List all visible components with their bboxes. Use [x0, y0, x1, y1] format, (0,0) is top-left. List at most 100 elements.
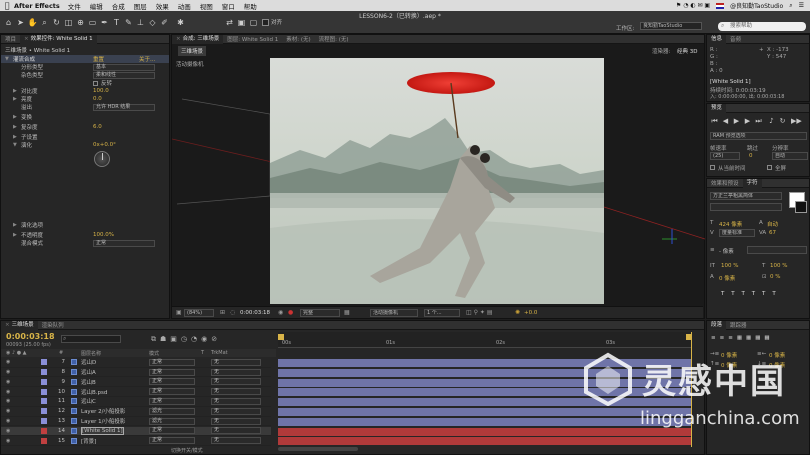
blend-mode-select[interactable]: 正常	[149, 437, 195, 445]
expand-icon[interactable]: ▶	[13, 96, 17, 102]
tab-effects-presets[interactable]: 效果和预设	[707, 179, 743, 187]
layer-row[interactable]: ◉ 13 Layer 1/小船投影 滤光 无	[1, 417, 271, 427]
column-name[interactable]: 图层名称	[81, 350, 101, 357]
selection-tool-icon[interactable]: ➤	[15, 17, 26, 28]
tab-project[interactable]: 项目	[1, 35, 20, 43]
layer-row[interactable]: ◉ 14 [White Solid 1] 正常 无	[1, 426, 271, 437]
view-select[interactable]: 活动摄像机	[370, 309, 418, 317]
transparency-icon[interactable]: ▦	[344, 309, 350, 316]
track-matte-select[interactable]: 无	[211, 427, 261, 435]
stroke-width-value[interactable]: - 像素	[719, 247, 734, 255]
menu-help[interactable]: 帮助	[244, 1, 257, 11]
tab-paragraph[interactable]: 段落	[707, 320, 727, 330]
visibility-eye-icon[interactable]: ◉	[6, 398, 10, 404]
effect-row-turbulent[interactable]: ▼ 灌流合成 重置 关于...	[1, 55, 169, 63]
time-ruler[interactable]: 00s 01s 02s 03s	[278, 332, 692, 348]
search-help-input[interactable]: 搜索帮助	[718, 22, 806, 31]
layer-row[interactable]: ◉ 12 Layer 2/小船投影 滤光 无	[1, 407, 271, 417]
evolution-dial[interactable]	[94, 151, 110, 167]
label-color-swatch[interactable]	[41, 388, 47, 395]
roto-tool-icon[interactable]: ✐	[159, 17, 170, 28]
expand-icon[interactable]: ▶	[13, 114, 17, 120]
expand-icon[interactable]: ▶	[13, 134, 17, 140]
tab-info[interactable]: 信息	[707, 34, 727, 44]
opacity-value[interactable]: 100.0%	[93, 232, 114, 238]
kerning-select[interactable]: 度量标准	[719, 229, 755, 237]
snapshot-icon[interactable]: ◉	[278, 309, 283, 316]
label-color-swatch[interactable]	[41, 378, 47, 385]
zoom-select[interactable]: (84%)	[184, 309, 214, 317]
expand-icon[interactable]: ▶	[13, 124, 17, 130]
tab-composition[interactable]: × 合成: 三维场景	[172, 34, 224, 44]
layer-name[interactable]: 远山A	[81, 368, 96, 376]
stroke-style-select[interactable]	[747, 246, 807, 254]
track-matte-select[interactable]: 无	[211, 397, 261, 405]
menu-layer[interactable]: 图层	[134, 1, 147, 11]
layer-name[interactable]: 远山B	[81, 378, 96, 386]
expand-icon[interactable]: ▼	[5, 56, 9, 62]
label-color-swatch[interactable]	[41, 369, 47, 376]
type-tool-icon[interactable]: T	[111, 17, 122, 28]
views-layout-select[interactable]: 1 个...	[424, 309, 460, 317]
blend-mode-select[interactable]: 正常	[149, 427, 195, 435]
region-of-interest-icon[interactable]: ▣	[176, 309, 182, 316]
last-frame-icon[interactable]: ⏭	[754, 117, 763, 126]
label-color-swatch[interactable]	[41, 359, 47, 366]
label-color-swatch[interactable]	[41, 418, 47, 425]
layer-row[interactable]: ◉ 15 [背景] 正常 无	[1, 436, 271, 446]
loop-icon[interactable]: ↻	[778, 117, 787, 126]
font-style-select[interactable]	[710, 203, 782, 211]
skip-value[interactable]: 0	[749, 153, 753, 159]
exposure-icon[interactable]: ✺	[515, 309, 520, 316]
blend-mode-select[interactable]: 正常	[149, 368, 195, 376]
layer-row[interactable]: ◉ 7 远山D 正常 无	[1, 358, 271, 368]
apple-icon[interactable]: 	[0, 1, 14, 10]
close-icon[interactable]: ×	[5, 322, 10, 328]
label-color-swatch[interactable]	[41, 398, 47, 405]
menu-edit[interactable]: 编辑	[90, 1, 103, 11]
grid-icon[interactable]: ⊞	[220, 309, 225, 316]
font-family-select[interactable]: 方正兰亭粗黑简体	[710, 192, 782, 200]
snap-checkbox[interactable]	[262, 19, 269, 26]
blend-mode-select[interactable]: 滤光	[149, 417, 195, 425]
visibility-eye-icon[interactable]: ◉	[6, 389, 10, 395]
baseline-shift-value[interactable]: 0 像素	[719, 274, 735, 282]
expand-icon[interactable]: ▶	[13, 232, 17, 238]
clone-tool-icon[interactable]: ⊥	[135, 17, 146, 28]
toggle-pixel-icon[interactable]: ◫ ⚲ ✦ ▤	[466, 309, 492, 316]
mask-icon[interactable]: ◌	[230, 309, 235, 316]
from-current-checkbox[interactable]	[710, 165, 715, 170]
composition-viewport[interactable]	[270, 58, 604, 304]
menu-file[interactable]: 文件	[68, 1, 81, 11]
complexity-value[interactable]: 6.0	[93, 124, 102, 130]
tab-effect-controls[interactable]: × 效果控件: White Solid 1	[20, 34, 97, 44]
evolution-value[interactable]: 0x+0.0°	[93, 142, 116, 148]
layer-row[interactable]: ◉ 8 远山A 正常 无	[1, 368, 271, 378]
track-matte-select[interactable]: 无	[211, 417, 261, 425]
brightness-value[interactable]: 0.0	[93, 96, 102, 102]
visibility-eye-icon[interactable]: ◉	[6, 369, 10, 375]
first-frame-icon[interactable]: ⏮	[710, 117, 719, 126]
menu-composition[interactable]: 合成	[112, 1, 125, 11]
axis-view-icon[interactable]: ▢	[248, 17, 259, 28]
ram-preview-options-select[interactable]: RAM 预览选项	[710, 132, 807, 140]
visibility-eye-icon[interactable]: ◉	[6, 359, 10, 365]
quality-select[interactable]: 完整	[300, 309, 340, 317]
track-matte-select[interactable]: 无	[211, 378, 261, 386]
tracking-value[interactable]: 67	[769, 230, 776, 236]
expand-icon[interactable]: ▶	[13, 222, 17, 228]
visibility-eye-icon[interactable]: ◉	[6, 428, 10, 434]
app-name-menu[interactable]: After Effects	[14, 2, 60, 10]
layer-name[interactable]: Layer 2/小船投影	[81, 407, 125, 415]
axis-world-icon[interactable]: ▣	[236, 17, 247, 28]
layer-name[interactable]: [White Solid 1]	[81, 426, 124, 435]
eraser-tool-icon[interactable]: ◇	[147, 17, 158, 28]
layer-name[interactable]: 远山B.psd	[81, 388, 107, 396]
layer-name[interactable]: 远山C	[81, 397, 96, 405]
tab-footage[interactable]: 素材: (无)	[282, 35, 314, 43]
tab-flowchart[interactable]: 流程图: (无)	[315, 35, 353, 43]
track-matte-select[interactable]: 无	[211, 437, 261, 445]
tab-preview[interactable]: 预览	[707, 103, 727, 113]
menubar-user[interactable]: @良知勤TaoStudio	[730, 1, 783, 10]
expand-icon[interactable]: ▼	[13, 142, 17, 148]
